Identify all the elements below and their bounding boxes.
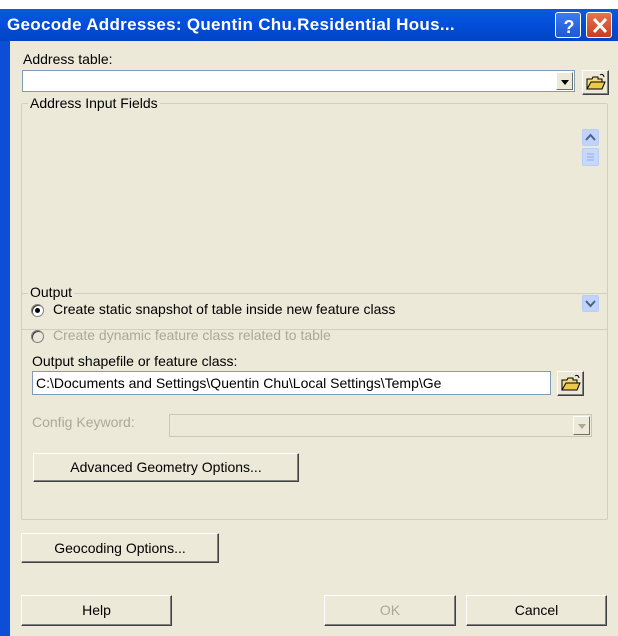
window-title: Geocode Addresses: Quentin Chu.Residenti…	[7, 15, 455, 34]
chevron-up-icon	[585, 133, 596, 141]
output-shapefile-label: Output shapefile or feature class:	[32, 353, 238, 369]
static-snapshot-radio[interactable]	[31, 304, 44, 317]
output-shapefile-value: C:\Documents and Settings\Quentin Chu\Lo…	[36, 375, 442, 391]
ok-button[interactable]: OK	[324, 595, 456, 626]
browse-address-table-button[interactable]	[582, 70, 609, 95]
config-keyword-label: Config Keyword:	[32, 414, 135, 430]
static-snapshot-label[interactable]: Create static snapshot of table inside n…	[53, 301, 395, 317]
chevron-down-icon[interactable]	[573, 416, 590, 435]
svg-text:?: ?	[564, 17, 575, 37]
address-table-label: Address table:	[23, 51, 113, 67]
geocoding-options-button[interactable]: Geocoding Options...	[21, 533, 219, 563]
close-button[interactable]	[586, 12, 612, 38]
config-keyword-combo[interactable]	[169, 414, 592, 437]
question-icon: ?	[564, 17, 575, 37]
address-fields-scrollbar[interactable]	[582, 129, 599, 312]
dialog-client: Address table: Address Input Fields Outp…	[10, 41, 618, 636]
grip-icon	[587, 153, 594, 161]
output-group-title: Output	[28, 284, 75, 300]
help-button[interactable]: Help	[21, 595, 172, 626]
address-input-fields-title: Address Input Fields	[28, 95, 160, 111]
dynamic-feature-label: Create dynamic feature class related to …	[53, 327, 331, 343]
address-table-combo[interactable]	[22, 70, 575, 92]
cancel-button[interactable]: Cancel	[466, 595, 607, 626]
open-folder-icon	[561, 374, 581, 391]
dynamic-feature-radio[interactable]	[31, 330, 44, 343]
background-strip	[0, 0, 618, 9]
help-title-button[interactable]: ?	[555, 12, 581, 38]
chevron-down-icon[interactable]	[556, 72, 573, 90]
scroll-up-button[interactable]	[582, 129, 599, 146]
title-bar[interactable]: Geocode Addresses: Quentin Chu.Residenti…	[0, 9, 618, 41]
output-shapefile-input[interactable]: C:\Documents and Settings\Quentin Chu\Lo…	[32, 371, 551, 395]
browse-output-button[interactable]	[557, 371, 584, 396]
open-folder-icon	[586, 73, 606, 90]
window-frame	[0, 41, 10, 636]
scroll-thumb[interactable]	[582, 148, 599, 166]
close-icon	[592, 17, 608, 34]
advanced-geometry-options-button[interactable]: Advanced Geometry Options...	[33, 453, 299, 482]
